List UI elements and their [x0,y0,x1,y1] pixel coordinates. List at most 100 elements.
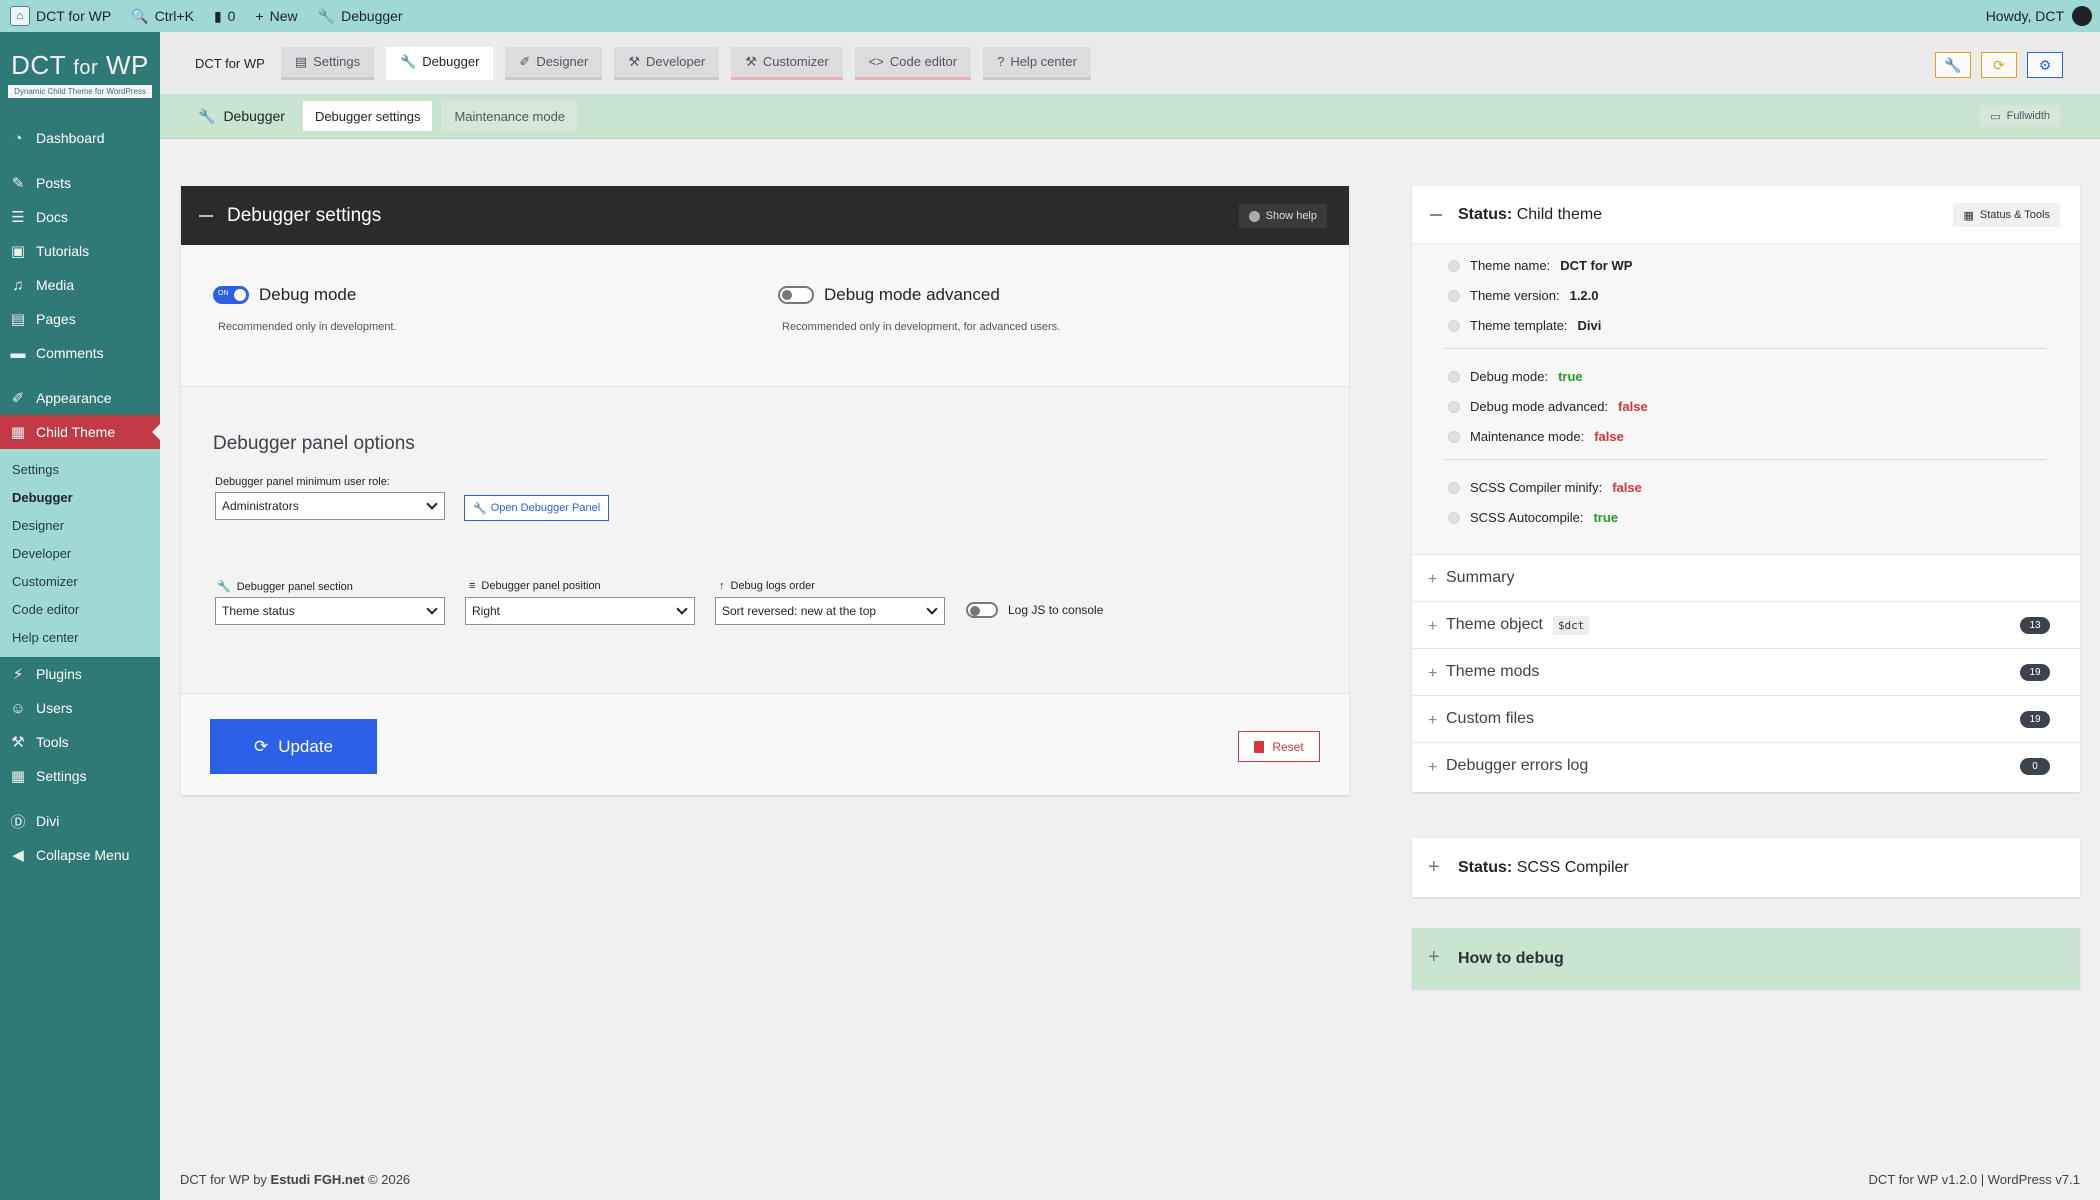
brush-icon: ✐ [11,390,25,407]
log-js-row: Log JS to console [966,602,1103,618]
panel-position-select[interactable]: Right [465,597,695,625]
account-menu[interactable]: Howdy, DCT [1986,6,2100,26]
menu-label: Pages [36,311,76,327]
plus-icon: + [1428,665,1438,682]
subtab-maintenance-mode[interactable]: Maintenance mode [442,101,578,131]
plus-icon: + [1428,946,1440,968]
accordion-theme-mods[interactable]: + Theme mods 19 [1412,648,2080,695]
tab-debugger[interactable]: 🔧 Debugger [386,46,494,80]
menu-pages[interactable]: ▤ Pages [0,302,160,336]
howdy-text: Howdy, DCT [1985,8,2064,24]
pages-icon: ▤ [10,311,26,328]
panel-options-section: Debugger panel options Debugger panel mi… [181,387,1349,694]
menu-collapse[interactable]: ◀ Collapse Menu [0,838,160,872]
subtab-debugger-settings[interactable]: Debugger settings [302,101,433,131]
menu-plugins[interactable]: ⚡ Plugins [0,657,160,691]
min-role-label: Debugger panel minimum user role: [215,476,390,488]
debugger-link[interactable]: 🔧 Debugger [308,0,413,32]
debug-mode-toggle[interactable]: ON [213,286,249,304]
menu-tutorials[interactable]: ▣ Tutorials [0,234,160,268]
menu-users[interactable]: ☺ Users [0,691,160,725]
submenu-settings[interactable]: Settings [0,455,160,483]
grid-icon: ▦ [10,424,26,441]
accordion-custom-files[interactable]: + Custom files 19 [1412,695,2080,742]
status-header[interactable]: Status: Child theme ▦ Status & Tools [1412,186,2080,244]
show-help-button[interactable]: Show help [1238,204,1327,228]
how-to-debug-card[interactable]: + How to debug [1412,928,2080,989]
site-menu[interactable]: ⌂ DCT for WP [0,0,121,32]
menu-label: Collapse Menu [36,847,130,863]
submenu-customizer[interactable]: Customizer [0,567,160,595]
panel-position-label: ≡ Debugger panel position [469,580,601,592]
settings-icon: ▤ [294,53,308,69]
divi-icon: Ⓓ [10,813,26,831]
menu-dashboard[interactable]: ◔ Dashboard [0,121,160,155]
actions-section: ⟳ Update Reset [181,694,1349,795]
tab-developer[interactable]: ⚒ Developer [614,46,720,80]
child-theme-submenu: Settings Debugger Designer Developer Cus… [0,449,160,657]
logs-order-select[interactable]: Sort reversed: new at the top [715,597,945,625]
log-js-toggle[interactable] [966,602,998,618]
tab-settings[interactable]: ▤ Settings [280,46,375,80]
avatar [2072,6,2092,26]
comments-link[interactable]: ▮ 0 [204,0,246,32]
new-content-link[interactable]: + New [245,0,307,32]
status-row: SCSS Autocompile: true [1448,510,1618,525]
debug-mode-advanced-toggle[interactable] [778,286,814,304]
refresh-button[interactable]: ⟳ [1981,52,2017,78]
sub-nav-title-text: Debugger [223,108,285,124]
footer-link[interactable]: Estudi FGH.net [271,1172,365,1187]
site-logo-icon: ⌂ [10,6,30,26]
menu-docs[interactable]: ☰ Docs [0,200,160,234]
settings-button[interactable]: ⚙ [2027,52,2063,78]
card-title: Debugger settings [227,204,382,226]
show-help-label: Show help [1265,210,1317,222]
hammer-icon: ⚒ [745,53,757,69]
search-shortcut[interactable]: 🔍 Ctrl+K [121,0,204,32]
sub-nav: 🔧 Debugger Debugger settings Maintenance … [160,94,2100,139]
menu-divi[interactable]: Ⓓ Divi [0,804,160,838]
reset-button[interactable]: Reset [1238,731,1320,762]
submenu-designer[interactable]: Designer [0,511,160,539]
new-label: New [269,8,298,24]
submenu-debugger[interactable]: Debugger [0,483,160,511]
status-tools-button[interactable]: ▦ Status & Tools [1953,203,2060,227]
tab-customizer[interactable]: ⚒ Customizer [731,46,843,80]
submenu-code-editor[interactable]: Code editor [0,595,160,623]
divider [1444,459,2046,460]
menu-child-theme[interactable]: ▦ Child Theme [0,415,160,449]
brush-icon: ✐ [519,53,531,69]
log-js-label: Log JS to console [1008,603,1104,617]
accordion-summary[interactable]: + Summary [1412,554,2080,601]
plus-icon: + [1428,759,1438,776]
brand-logo: DCT for WP Dynamic Child Theme for WordP… [0,32,160,98]
panel-options-title: Debugger panel options [213,433,415,454]
update-button[interactable]: ⟳ Update [210,719,377,774]
tab-designer[interactable]: ✐ Designer [505,46,603,80]
status-scss-compiler-card[interactable]: + Status: SCSS Compiler [1412,838,2080,897]
menu-tools[interactable]: ⚒ Tools [0,725,160,759]
open-debugger-panel-button[interactable]: 🔧 Open Debugger Panel [464,495,610,521]
menu-settings[interactable]: ▦ Settings [0,759,160,793]
accordion-errors-log[interactable]: + Debugger errors log 0 [1412,742,2080,789]
menu-posts[interactable]: ✎ Posts [0,166,160,200]
submenu-help-center[interactable]: Help center [0,623,160,651]
tab-help-center[interactable]: ? Help center [983,46,1091,80]
panel-section-select[interactable]: Theme status [215,597,445,625]
menu-appearance[interactable]: ✐ Appearance [0,381,160,415]
quick-debugger-button[interactable]: 🔧 [1935,52,1971,78]
accordion-theme-object[interactable]: + Theme object $dct 13 [1412,601,2080,648]
logs-order-label: ↑ Debug logs order [719,580,815,592]
fullwidth-button[interactable]: ▭ Fullwidth [1980,105,2060,127]
debug-mode-row: ON Debug mode [213,285,356,305]
min-role-select[interactable]: Administrators [215,492,445,520]
menu-comments[interactable]: ▬ Comments [0,336,160,370]
menu-media[interactable]: ♫ Media [0,268,160,302]
submenu-developer[interactable]: Developer [0,539,160,567]
tab-code-editor[interactable]: <> Code editor [854,46,972,80]
card-header[interactable]: Debugger settings [181,186,1349,245]
chevron-down-icon [426,603,438,615]
menu-label: Dashboard [36,130,105,146]
trash-icon [1254,740,1265,753]
comments-count: 0 [227,8,236,24]
